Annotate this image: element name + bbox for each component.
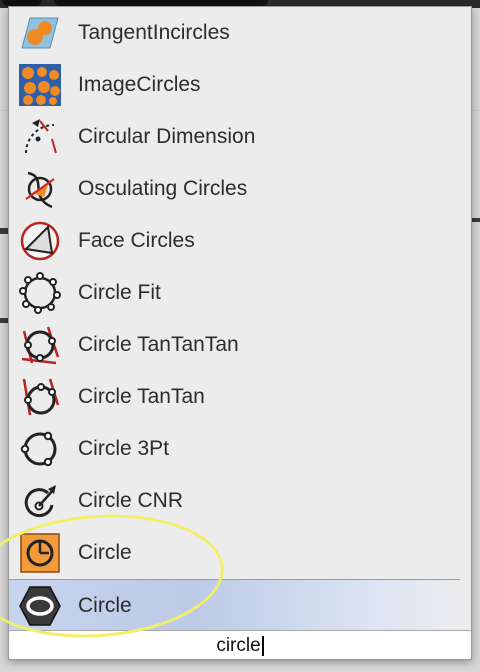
list-item[interactable]: TangentIncircles (9, 7, 471, 59)
list-item[interactable]: Circle (9, 527, 471, 579)
list-item-label: Circular Dimension (78, 125, 256, 148)
scrollbar[interactable] (460, 7, 471, 629)
list-item[interactable]: Circle TanTan (9, 371, 471, 423)
search-results-list: TangentIncircles ImageCircles Circular D… (9, 7, 471, 632)
list-item-label: Circle Fit (78, 281, 161, 304)
list-item-label: Circle 3Pt (78, 437, 170, 460)
list-item-label: TangentIncircles (78, 21, 230, 44)
tangent-incircles-icon (18, 11, 62, 55)
list-item-label: Circle (78, 541, 132, 564)
list-item[interactable]: Osculating Circles (9, 163, 471, 215)
list-item-label: Circle TanTan (78, 385, 205, 408)
circular-dimension-icon (18, 115, 62, 159)
list-item[interactable]: Circle CNR (9, 475, 471, 527)
circle-tantantan-icon (18, 323, 62, 367)
canvas-wire (0, 228, 8, 234)
list-item-selected[interactable]: Circle (9, 579, 471, 632)
list-item[interactable]: Circle TanTanTan (9, 319, 471, 371)
list-item[interactable]: Circle Fit (9, 267, 471, 319)
list-item[interactable]: Face Circles (9, 215, 471, 267)
list-item[interactable]: Circle 3Pt (9, 423, 471, 475)
list-item-label: Circle TanTanTan (78, 333, 239, 356)
canvas-wire (0, 318, 8, 323)
list-item[interactable]: Circular Dimension (9, 111, 471, 163)
circle-3pt-icon (18, 427, 62, 471)
list-item-label: Circle (78, 594, 132, 617)
circle-cnr-icon (18, 479, 62, 523)
list-item-label: Osculating Circles (78, 177, 248, 200)
component-search-popup: TangentIncircles ImageCircles Circular D… (8, 6, 472, 660)
search-input[interactable]: circle (9, 630, 471, 659)
list-item-label: Circle CNR (78, 489, 183, 512)
list-item-label: Face Circles (78, 229, 195, 252)
circle-component-icon (18, 584, 62, 628)
circle-param-icon (18, 531, 62, 575)
search-input-value: circle (216, 634, 261, 656)
text-caret (261, 635, 264, 656)
image-circles-icon (18, 63, 62, 107)
list-item[interactable]: ImageCircles (9, 59, 471, 111)
circle-fit-icon (18, 271, 62, 315)
face-circles-icon (18, 219, 62, 263)
osculating-circles-icon (18, 167, 62, 211)
list-item-label: ImageCircles (78, 73, 201, 96)
circle-tantan-icon (18, 375, 62, 419)
